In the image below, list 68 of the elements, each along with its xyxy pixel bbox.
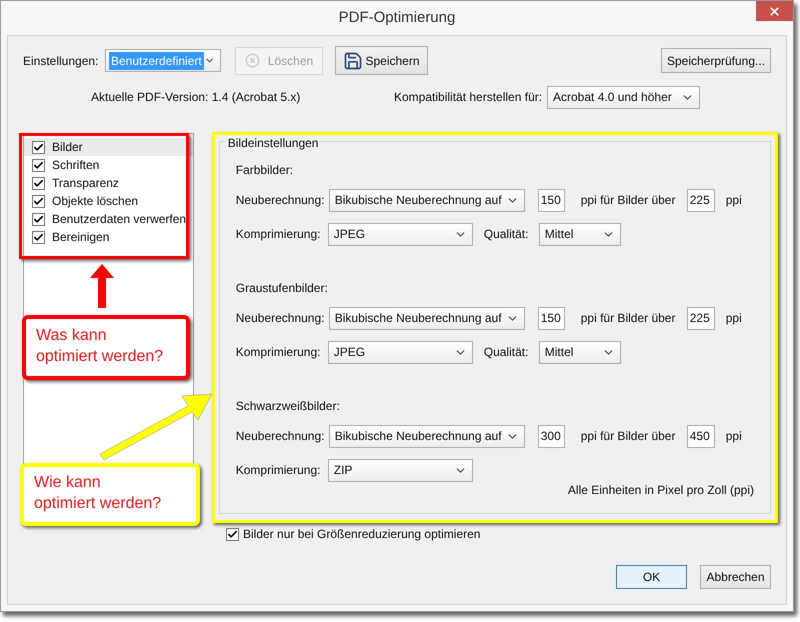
field-label: Neuberechnung: [236, 428, 326, 445]
check-icon [33, 142, 44, 152]
save-button[interactable]: Speichern [335, 46, 428, 75]
compatibility-select[interactable]: Acrobat 4.0 und höher [547, 86, 700, 108]
unit-label: ppi [726, 192, 742, 209]
group-heading: Schwarzweißbilder: [236, 398, 341, 414]
delete-icon [244, 53, 260, 68]
category-checkbox[interactable] [32, 158, 45, 172]
ok-button[interactable]: OK [616, 565, 687, 589]
close-button[interactable] [756, 1, 793, 21]
unit-label: ppi [726, 310, 742, 327]
compression-select[interactable]: JPEG [328, 222, 473, 246]
ppi-field[interactable]: 150 [538, 306, 565, 330]
category-item[interactable]: Objekte löschen [24, 192, 193, 210]
ppi-field[interactable]: 300 [538, 424, 565, 448]
threshold-field[interactable]: 225 [686, 188, 715, 212]
close-icon [768, 4, 781, 18]
check-icon [227, 528, 238, 540]
field-label: Komprimierung: [236, 226, 322, 243]
window-title: PDF-Optimierung [338, 8, 456, 28]
category-item[interactable]: Transparenz [24, 174, 193, 192]
units-note: Alle Einheiten in Pixel pro Zoll (ppi) [568, 482, 754, 499]
optimize-checkbox[interactable] [226, 528, 239, 540]
resample-select[interactable]: Bikubische Neuberechnung auf [328, 188, 525, 212]
callout-text: Wie kann optimiert werden? [34, 473, 162, 514]
field-label: Neuberechnung: [236, 192, 326, 209]
callout-text: Was kann optimiert werden? [36, 326, 164, 367]
category-item[interactable]: Bereinigen [24, 228, 193, 246]
field-label: Komprimierung: [236, 462, 322, 479]
category-checkbox[interactable] [32, 194, 45, 208]
unit-label: ppi [726, 428, 742, 445]
checkbox-label: Bilder nur bei Größenreduzierung optimieren [243, 526, 480, 543]
ppi-field[interactable]: 150 [538, 188, 565, 212]
quality-select[interactable]: Mittel [538, 222, 621, 246]
version-text: Aktuelle PDF-Version: 1.4 (Acrobat 5.x) [91, 89, 302, 106]
resample-select[interactable]: Bikubische Neuberechnung auf [328, 306, 525, 330]
category-item[interactable]: Benutzerdaten verwerfen [24, 210, 193, 228]
threshold-field[interactable]: 450 [686, 424, 715, 448]
category-checkbox[interactable] [32, 140, 45, 154]
category-checkbox[interactable] [32, 230, 45, 244]
check-icon [33, 196, 44, 206]
settings-label: Einstellungen: [23, 52, 100, 70]
check-icon [33, 232, 44, 242]
field-label: ppi für Bilder über [580, 428, 676, 445]
category-item[interactable]: Schriften [24, 156, 193, 174]
category-checkbox[interactable] [32, 176, 45, 190]
check-icon [33, 160, 44, 170]
field-label: Qualität: [484, 344, 530, 361]
field-label: ppi für Bilder über [580, 192, 676, 209]
field-label: Qualität: [484, 226, 530, 243]
threshold-field[interactable]: 225 [686, 306, 715, 330]
compression-select[interactable]: JPEG [328, 340, 473, 364]
cancel-button[interactable]: Abbrechen [700, 565, 771, 589]
quality-select[interactable]: Mittel [538, 340, 621, 364]
group-heading: Graustufenbilder: [236, 280, 329, 296]
compatibility-label: Kompatibilität herstellen für: [394, 89, 544, 106]
group-heading: Farbbilder: [236, 162, 294, 178]
category-item[interactable]: Bilder [24, 138, 193, 156]
compression-select[interactable]: ZIP [328, 458, 473, 482]
field-label: ppi für Bilder über [580, 310, 676, 327]
field-label: Neuberechnung: [236, 310, 326, 327]
field-label: Komprimierung: [236, 344, 322, 361]
arrow-icon [90, 264, 114, 308]
category-checkbox[interactable] [32, 212, 45, 226]
check-icon [33, 178, 44, 188]
memory-check-button[interactable]: Speicherprüfung... [661, 48, 771, 73]
check-icon [33, 214, 44, 224]
resample-select[interactable]: Bikubische Neuberechnung auf [328, 424, 525, 448]
